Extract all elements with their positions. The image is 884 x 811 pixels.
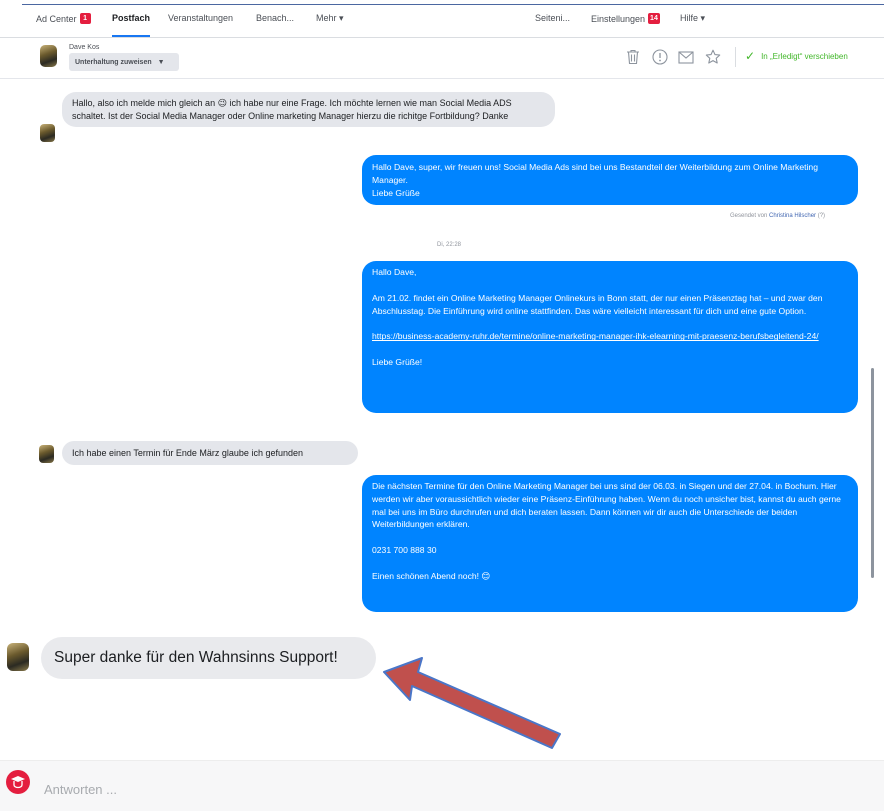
brand-logo-icon	[6, 770, 30, 794]
nav-item-hilfe[interactable]: Hilfe ▾	[680, 13, 705, 24]
sent-by-prefix: Gesendet von	[730, 213, 768, 219]
nav-item-veranstaltungen[interactable]: Veranstaltungen	[168, 13, 233, 23]
nav-item-seiten[interactable]: Seiteni...	[535, 13, 570, 23]
info-marker: (?)	[817, 213, 826, 219]
chevron-down-icon: ▼	[157, 58, 165, 66]
phone-number: 0231 700 888 30	[372, 545, 437, 556]
mail-icon[interactable]	[677, 48, 695, 66]
nav-accent-line	[22, 4, 884, 5]
reply-input[interactable]	[44, 780, 824, 798]
header-divider	[735, 47, 736, 67]
nav-item-label: Seiteni...	[535, 13, 571, 23]
message-text: Ich habe einen Termin für Ende März glau…	[72, 448, 303, 458]
nav-item-postfach[interactable]: Postfach	[112, 13, 151, 37]
nav-item-label: Ad Center	[36, 13, 77, 24]
nav-item-label: Mehr ▾	[316, 13, 344, 23]
nav-item-label: Benach...	[256, 13, 295, 23]
message-greeting: Hallo Dave,	[372, 267, 417, 277]
message-text: Die nächsten Termine für den Online Mark…	[372, 481, 841, 530]
incoming-message: Hallo, also ich melde mich gleich an 😉 i…	[62, 92, 555, 127]
outgoing-message: Hallo Dave, super, wir freuen uns! Socia…	[362, 155, 858, 206]
incoming-message: Ich habe einen Termin für Ende März glau…	[62, 441, 358, 465]
assign-label: Unterhaltung zuweisen	[75, 58, 152, 66]
reply-bar	[0, 760, 884, 811]
trash-icon[interactable]	[624, 48, 642, 66]
message-signoff: Liebe Grüße!	[372, 357, 423, 368]
check-icon: ✓	[745, 49, 756, 63]
nav-item-mehr[interactable]: Mehr ▾	[316, 13, 344, 24]
annotation-arrow	[383, 657, 561, 749]
contact-name[interactable]: Dave Kos	[69, 44, 99, 51]
message-signoff: Einen schönen Abend noch! 😊	[372, 570, 491, 581]
sent-by-author[interactable]: Christina Hilscher	[769, 213, 816, 219]
conversation-header: Dave Kos Unterhaltung zuweisen ▼ ✓ In „E…	[0, 39, 884, 79]
nav-item-einstellungen[interactable]: Einstellungen 14	[591, 13, 660, 24]
nav-item-ad-center[interactable]: Ad Center 1	[36, 13, 91, 24]
nav-item-label: Hilfe ▾	[680, 13, 706, 23]
message-timestamp: Di, 22:28	[437, 242, 462, 248]
outgoing-message: Die nächsten Termine für den Online Mark…	[362, 475, 858, 612]
move-to-done-button[interactable]: ✓ In „Erledigt“ verschieben	[745, 49, 848, 63]
message-thread: Hallo, also ich melde mich gleich an 😉 i…	[0, 80, 868, 618]
contact-avatar	[39, 445, 54, 463]
nav-item-label: Postfach	[112, 13, 151, 23]
nav-badge: 1	[79, 13, 91, 24]
nav-badge: 14	[648, 13, 660, 24]
message-text: Am 21.02. findet ein Online Marketing Ma…	[372, 292, 823, 316]
alert-icon[interactable]	[651, 48, 669, 66]
course-link[interactable]: https://business-academy-ruhr.de/termine…	[372, 331, 819, 341]
nav-item-label: Einstellungen	[591, 13, 646, 24]
message-text: Hallo, also ich melde mich gleich an 😉 i…	[72, 98, 512, 121]
highlighted-message-text: Super danke für den Wahnsinns Support!	[54, 649, 338, 666]
contact-avatar[interactable]	[40, 45, 57, 67]
star-icon[interactable]	[704, 48, 722, 66]
nav-item-label: Veranstaltungen	[168, 13, 234, 23]
contact-avatar	[40, 124, 55, 142]
outgoing-message: Hallo Dave, Am 21.02. findet ein Online …	[362, 261, 858, 413]
top-navigation: Ad Center 1 Postfach Veranstaltungen Ben…	[0, 0, 884, 38]
nav-item-benachrichtigungen[interactable]: Benach...	[256, 13, 294, 23]
assign-conversation-button[interactable]: Unterhaltung zuweisen ▼	[69, 53, 179, 71]
contact-avatar-zoomed	[7, 643, 29, 671]
message-text: Hallo Dave, super, wir freuen uns! Socia…	[372, 162, 818, 198]
highlighted-message: Super danke für den Wahnsinns Support!	[41, 637, 376, 679]
message-meta: Gesendet von Christina Hilscher (?)	[730, 213, 825, 219]
move-to-done-label: In „Erledigt“ verschieben	[761, 51, 848, 61]
scrollbar-thumb[interactable]	[871, 368, 874, 578]
